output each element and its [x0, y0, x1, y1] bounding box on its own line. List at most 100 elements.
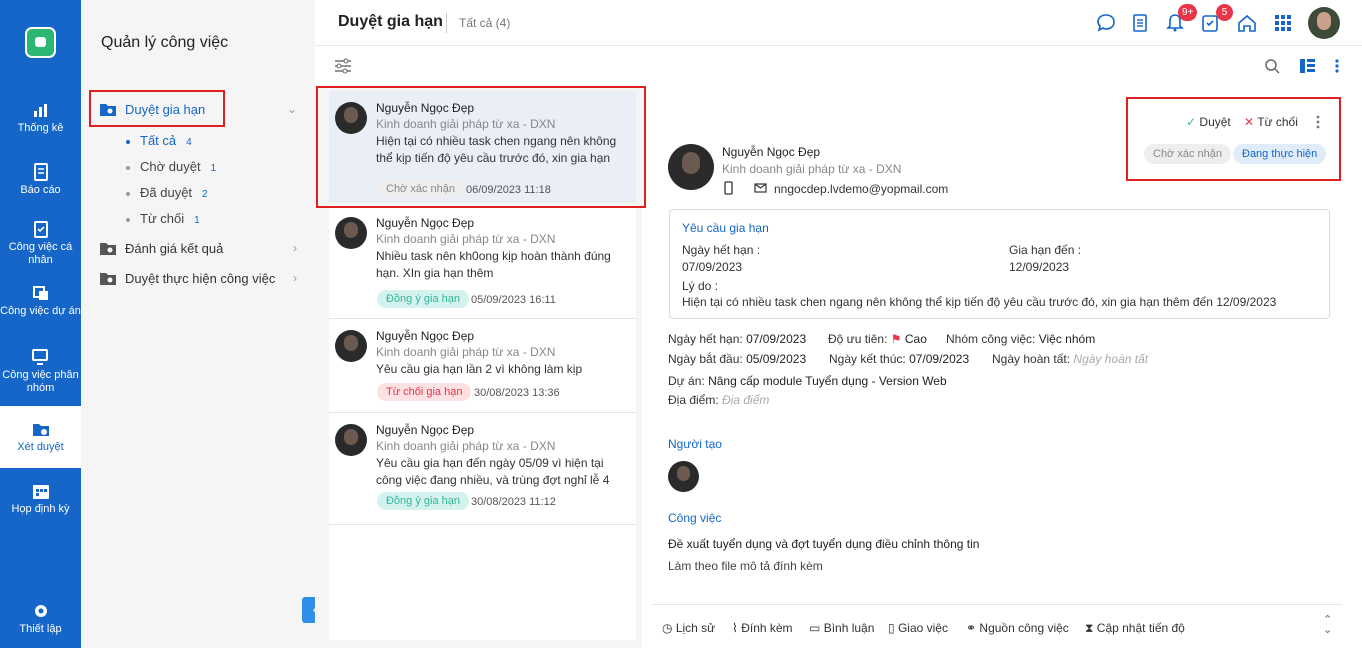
- tab-label: Đính kèm: [741, 621, 793, 635]
- reject-button[interactable]: ✕ Từ chối: [1244, 115, 1298, 129]
- rail-item-reports[interactable]: Báo cáo: [0, 163, 81, 197]
- item-name: Nguyễn Ngọc Đẹp: [376, 423, 475, 437]
- sidebar-item-task-execution-approval[interactable]: Duyệt thực hiện công việc ›: [81, 267, 315, 289]
- item-date: 06/09/2023 11:18: [466, 184, 551, 196]
- field-project: Dự án: Nâng cấp module Tuyển dụng - Vers…: [668, 374, 947, 388]
- task-source-button[interactable]: ⚭ Nguồn công việc: [966, 621, 1069, 635]
- mail-icon: [754, 183, 767, 193]
- comment-button[interactable]: ▭ Bình luận: [809, 621, 874, 635]
- clipboard-icon: ▯: [888, 621, 895, 635]
- split-view-icon[interactable]: [1299, 58, 1316, 74]
- rail-item-group-tasks[interactable]: Công việc phân nhóm: [0, 348, 81, 395]
- document-list-icon[interactable]: [1129, 12, 1151, 34]
- list-item[interactable]: Nguyễn Ngọc Đẹp Kinh doanh giải pháp từ …: [329, 91, 636, 202]
- item-description: Nhiều task nên kh0ong kịp hoàn thành đún…: [376, 249, 611, 280]
- history-button[interactable]: ◷ Lịch sử: [662, 621, 715, 635]
- field-value: Cao: [904, 332, 927, 346]
- tab-label: Nguồn công việc: [979, 621, 1069, 635]
- rail-item-settings[interactable]: Thiết lập: [0, 602, 81, 636]
- field-label: Ngày hết hạn:: [668, 332, 743, 346]
- item-date: 30/08/2023 13:36: [474, 387, 560, 399]
- sidebar-subitem-approved[interactable]: Đã duyệt 2: [126, 185, 208, 200]
- gear-icon: [34, 605, 47, 617]
- field-location: Địa điểm: Địa điểm: [668, 393, 769, 407]
- sidebar-subitem-label: Tất cả: [140, 133, 177, 148]
- status-badge: Đồng ý gia hạn: [377, 492, 469, 510]
- search-icon[interactable]: [1264, 58, 1280, 74]
- field-placeholder[interactable]: Ngày hoàn tất: [1073, 352, 1148, 366]
- apps-grid-icon[interactable]: [1272, 12, 1294, 34]
- rail-label: Xét duyệt: [17, 441, 64, 453]
- status-badge: Đang thực hiện: [1233, 144, 1327, 164]
- task-description: Làm theo file mô tả đính kèm: [668, 559, 823, 573]
- rail-item-personal-tasks[interactable]: Công việc cá nhân: [0, 220, 81, 267]
- user-avatar[interactable]: [1308, 7, 1340, 39]
- personal-task-icon: [33, 221, 48, 238]
- tab-label: Lịch sử: [675, 621, 716, 635]
- deadline-value: 07/09/2023: [682, 260, 743, 274]
- sidebar-subitem-pending[interactable]: Chờ duyệt 1: [126, 159, 216, 174]
- group-task-icon: [31, 349, 48, 365]
- assign-button[interactable]: ▯ Giao việc: [888, 621, 948, 635]
- detail-panel: ✓ Duyệt ✕ Từ chối Chờ xác nhận Đang thực…: [652, 97, 1362, 648]
- rail-label: Công việc dự án: [0, 305, 81, 317]
- field-placeholder[interactable]: Địa điểm: [722, 393, 769, 407]
- bullet-icon: [126, 217, 130, 222]
- requester-department: Kinh doanh giải pháp từ xa - DXN: [722, 162, 902, 176]
- rail-item-statistics[interactable]: Thống kê: [0, 101, 81, 135]
- approve-label: Duyệt: [1199, 115, 1231, 129]
- chevron-down-icon[interactable]: ⌄: [287, 102, 297, 116]
- task-section-title: Công việc: [668, 511, 722, 525]
- reason-label: Lý do :: [682, 279, 719, 293]
- rail-item-meetings[interactable]: Họp định kỳ: [0, 482, 81, 516]
- sidebar-subitem-label: Từ chối: [140, 211, 185, 226]
- chat-icon[interactable]: [1095, 12, 1117, 34]
- rail-item-approval[interactable]: Xét duyệt: [0, 406, 81, 468]
- sidebar-item-extension-approval[interactable]: Duyệt gia hạn ⌄: [81, 98, 315, 120]
- hourglass-icon: ⧗: [1085, 621, 1094, 635]
- rail-label: Thống kê: [17, 122, 64, 134]
- bar-chart-icon: [33, 104, 47, 117]
- field-done: Ngày hoàn tất: Ngày hoàn tất: [992, 352, 1148, 366]
- chevron-right-icon[interactable]: ›: [293, 271, 297, 285]
- list-empty-area: [329, 525, 636, 640]
- item-description: Yêu cầu gia hạn đến ngày 05/09 vì hiện t…: [376, 456, 610, 487]
- sidebar-item-label: Duyệt thực hiện công việc: [125, 270, 276, 286]
- list-item[interactable]: Nguyễn Ngọc Đẹp Kinh doanh giải pháp từ …: [329, 206, 636, 319]
- sidebar-subitem-all[interactable]: Tất cả 4: [126, 133, 192, 148]
- rail-item-project-tasks[interactable]: Công việc dự án: [0, 284, 81, 318]
- tab-label: Cập nhật tiến độ: [1096, 621, 1185, 635]
- field-value: Việc nhóm: [1038, 332, 1096, 346]
- field-group: Nhóm công việc: Việc nhóm: [946, 332, 1095, 346]
- sidebar-item-result-review[interactable]: Đánh giá kết quả ›: [81, 237, 315, 259]
- notification-badge: 9+: [1178, 4, 1198, 21]
- attachment-button[interactable]: ⌇ Đính kèm: [732, 621, 793, 635]
- creator-avatar[interactable]: [668, 461, 699, 492]
- deadline-label: Ngày hết hạn :: [682, 243, 761, 257]
- sidebar-subitem-rejected[interactable]: Từ chối 1: [126, 211, 200, 226]
- list-item[interactable]: Nguyễn Ngọc Đẹp Kinh doanh giải pháp từ …: [329, 319, 636, 413]
- bullet-icon: [126, 165, 130, 170]
- avatar: [335, 102, 367, 134]
- filter-sliders-icon[interactable]: [334, 58, 352, 74]
- more-vertical-icon[interactable]: [1334, 58, 1340, 74]
- list-item[interactable]: Nguyễn Ngọc Đẹp Kinh doanh giải pháp từ …: [329, 413, 636, 525]
- item-department: Kinh doanh giải pháp từ xa - DXN: [376, 345, 556, 359]
- chevron-right-icon[interactable]: ›: [293, 241, 297, 255]
- field-value: Nâng cấp module Tuyển dụng - Version Web: [708, 374, 947, 388]
- sidebar-subitem-count: 2: [202, 189, 208, 200]
- rail-label: Họp định kỳ: [11, 503, 70, 515]
- rail-label: Báo cáo: [20, 184, 61, 196]
- requester-name: Nguyễn Ngọc Đẹp: [722, 145, 821, 159]
- request-title: Yêu cầu gia hạn: [682, 221, 769, 235]
- update-progress-button[interactable]: ⧗ Cập nhật tiến độ: [1085, 621, 1185, 636]
- app-logo[interactable]: [25, 27, 56, 58]
- home-icon[interactable]: [1236, 12, 1258, 34]
- folder-icon: [100, 272, 116, 285]
- detail-bottom-bar: ◷ Lịch sử ⌇ Đính kèm ▭ Bình luận ▯ Giao …: [652, 604, 1342, 648]
- field-value: 07/09/2023: [909, 352, 970, 366]
- expand-collapse-icon[interactable]: ⌃ ⌄: [1323, 615, 1332, 636]
- approve-button[interactable]: ✓ Duyệt: [1186, 115, 1231, 129]
- tab-label: Giao việc: [897, 621, 948, 635]
- more-vertical-icon[interactable]: [1315, 115, 1321, 129]
